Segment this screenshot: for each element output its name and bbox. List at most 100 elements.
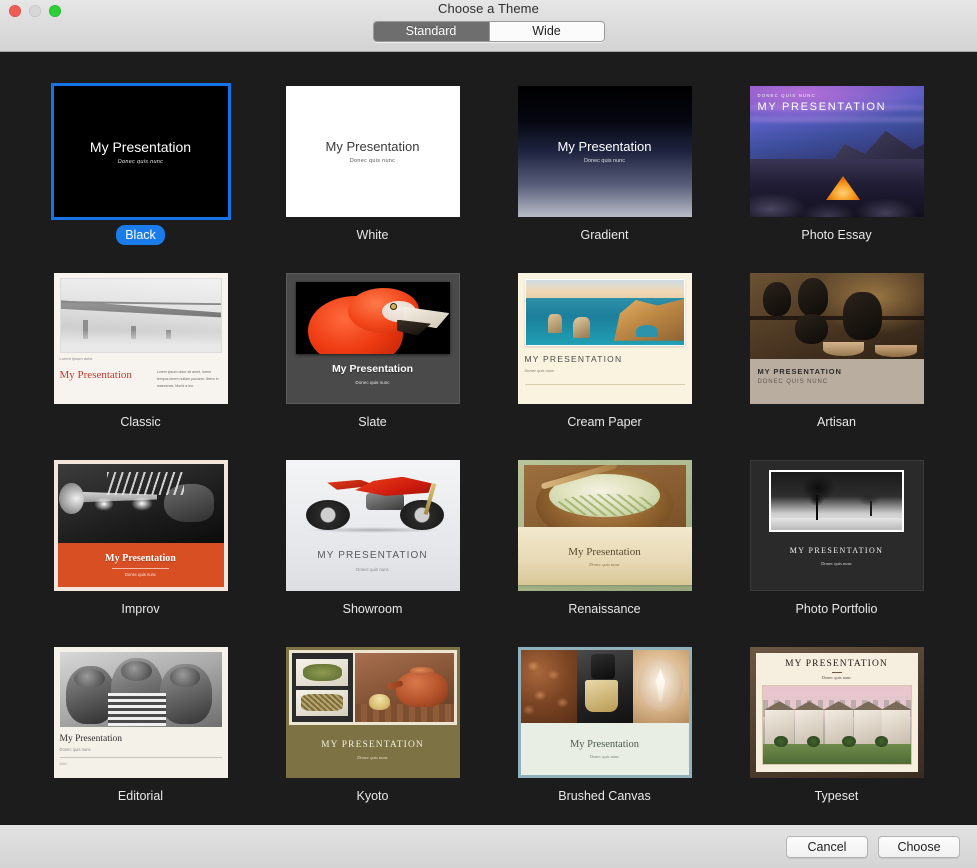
theme-thumbnail-kyoto[interactable]: MY PRESENTATION Donec quis nunc [285,647,460,778]
theme-thumbnail-editorial[interactable]: My Presentation Donec quis nunc Nibh [53,647,228,778]
slide-subtitle: Donec quis nunc [357,755,388,760]
slide-subtitle: Donec quis nunc [59,747,91,753]
pottery-photo [749,273,924,360]
theme-item-classic[interactable]: Lorem ipsum dolor My Presentation Lorem … [25,273,257,460]
slide-subtitle: Donec quis nunc [524,367,555,373]
theme-gallery: My Presentation Donec quis nunc Black My… [0,52,977,824]
theme-label-artisan: Artisan [817,415,856,429]
theme-item-typeset[interactable]: MY PRESENTATION Donec quis nunc Typeset [721,647,953,824]
theme-thumbnail-improv[interactable]: My Presentation Donec quis nunc [53,460,228,591]
theme-label-gradient: Gradient [580,228,629,242]
ornament [831,672,842,673]
tree-photo [771,472,902,531]
slide-title: My Presentation [59,734,123,745]
trumpet-photo [57,464,224,543]
theme-thumbnail-gradient[interactable]: My Presentation Donec quis nunc [517,86,692,217]
theme-label-renaissance: Renaissance [568,602,641,616]
slide-caption: Lorem ipsum dolor [59,356,93,362]
slide-title: MY PRESENTATION [785,659,888,669]
slide-subtitle: Donec quis nunc [355,380,390,386]
theme-label-brushed-canvas: Brushed Canvas [558,789,651,803]
slide-title: MY PRESENTATION [321,740,424,750]
theme-item-gradient[interactable]: My Presentation Donec quis nunc Gradient [489,86,721,273]
slide-subtitle: Donec quis nunc [821,561,852,567]
theme-label-improv: Improv [121,602,160,616]
aspect-ratio-segmented-control[interactable]: Standard Wide [372,21,605,42]
slide-body: Lorem ipsum dolor sit amet, lorem tempus… [156,370,219,388]
slide-title: MY PRESENTATION [789,546,884,556]
theme-item-editorial[interactable]: My Presentation Donec quis nunc Nibh Edi… [25,647,257,824]
theme-thumbnail-artisan[interactable]: MY PRESENTATION DONEC QUIS NUNC [749,273,924,404]
theme-grid: My Presentation Donec quis nunc Black My… [0,83,977,824]
slide-title: My Presentation [569,738,640,750]
theme-thumbnail-cream-paper[interactable]: MY PRESENTATION Donec quis nunc [517,273,692,404]
slide-title: MY PRESENTATION [757,367,842,377]
food-bowl-photo [523,465,686,531]
motorcycle-photo [286,460,460,536]
theme-item-white[interactable]: My Presentation Donec quis nunc White [257,86,489,273]
theme-item-showroom[interactable]: MY PRESENTATION Donec quis nunc Showroom [257,460,489,647]
coffee-photos [520,650,689,723]
slide-title: MY PRESENTATION [757,101,887,113]
slide-title: My Presentation [59,369,132,382]
bridge-photo [59,278,222,354]
theme-label-editorial: Editorial [117,789,164,803]
victorian-houses-photo [761,685,912,765]
photo-mat: MY PRESENTATION Donec quis nunc [755,653,918,772]
slide-subtitle: Donec quis nunc [589,561,620,567]
theme-label-photo-essay: Photo Essay [801,228,872,242]
theme-thumbnail-renaissance[interactable]: My Presentation Donec quis nunc [517,460,692,591]
theme-item-brushed-canvas[interactable]: My Presentation Donec quis nunc Brushed … [489,647,721,824]
slide-subtitle: Donec quis nunc [589,753,620,759]
tab-standard[interactable]: Standard [373,22,489,41]
theme-item-photo-essay[interactable]: DONEC QUIS NUNC MY PRESENTATION Photo Es… [721,86,953,273]
window-titlebar: Choose a Theme Standard Wide [0,0,977,52]
theme-label-kyoto: Kyoto [356,789,389,803]
slide-title: My Presentation [557,139,652,154]
theme-label-classic: Classic [120,415,161,429]
slide-title: MY PRESENTATION [524,353,623,364]
latte-art-photo [632,650,689,723]
photo-frame [769,470,904,533]
theme-item-slate[interactable]: My Presentation Donec quis nunc Slate [257,273,489,460]
theme-thumbnail-black[interactable]: My Presentation Donec quis nunc [50,83,231,220]
theme-label-photo-portfolio: Photo Portfolio [795,602,878,616]
slide-title: MY PRESENTATION [317,549,428,561]
divider [59,757,222,759]
theme-thumbnail-brushed-canvas[interactable]: My Presentation Donec quis nunc [517,647,692,778]
theme-label-white: White [356,228,389,242]
theme-thumbnail-showroom[interactable]: MY PRESENTATION Donec quis nunc [285,460,460,591]
theme-item-renaissance[interactable]: My Presentation Donec quis nunc Renaissa… [489,460,721,647]
theme-item-artisan[interactable]: MY PRESENTATION DONEC QUIS NUNC Artisan [721,273,953,460]
slide-subtitle: Donec quis nunc [117,158,164,165]
theme-item-kyoto[interactable]: MY PRESENTATION Donec quis nunc Kyoto [257,647,489,824]
theme-item-photo-portfolio[interactable]: MY PRESENTATION Donec quis nunc Photo Po… [721,460,953,647]
theme-thumbnail-photo-essay[interactable]: DONEC QUIS NUNC MY PRESENTATION [749,86,924,217]
slide-subtitle: DONEC QUIS NUNC [757,93,816,98]
window-title: Choose a Theme [438,1,539,16]
theme-thumbnail-classic[interactable]: Lorem ipsum dolor My Presentation Lorem … [53,273,228,404]
choose-button[interactable]: Choose [878,835,960,858]
theme-label-typeset: Typeset [814,789,859,803]
theme-thumbnail-typeset[interactable]: MY PRESENTATION Donec quis nunc [749,647,924,778]
tea-photos [288,650,457,725]
seascape-photo [524,279,685,346]
slide-title: My Presentation [331,363,414,376]
theme-thumbnail-photo-portfolio[interactable]: MY PRESENTATION Donec quis nunc [749,460,924,591]
divider [524,383,685,385]
children-photo [59,652,222,728]
dialog-footer: Cancel Choose [0,824,977,868]
theme-item-improv[interactable]: My Presentation Donec quis nunc Improv [25,460,257,647]
theme-thumbnail-white[interactable]: My Presentation Donec quis nunc [285,86,460,217]
slide-title: My Presentation [568,545,641,558]
theme-thumbnail-slate[interactable]: My Presentation Donec quis nunc [285,273,460,404]
cancel-button[interactable]: Cancel [786,835,868,858]
theme-label-black: Black [116,225,165,245]
tab-wide[interactable]: Wide [488,22,604,41]
slide-subtitle: DONEC QUIS NUNC [757,379,829,386]
theme-label-slate: Slate [358,415,387,429]
slide-subtitle: Donec quis nunc [584,158,625,164]
theme-item-black[interactable]: My Presentation Donec quis nunc Black [25,83,257,273]
theme-item-cream-paper[interactable]: MY PRESENTATION Donec quis nunc Cream Pa… [489,273,721,460]
slide-title: My Presentation [325,139,420,154]
